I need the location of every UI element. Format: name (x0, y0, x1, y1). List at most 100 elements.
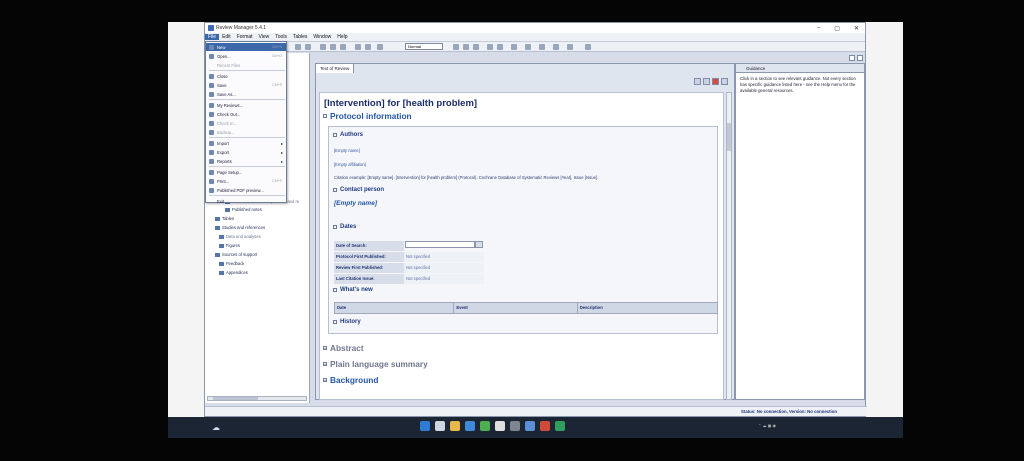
plain-language-summary-heading[interactable]: + Plain language summary (323, 359, 428, 369)
minimize-button[interactable]: – (817, 25, 820, 32)
file-menu-item-backup[interactable]: Backup... (206, 128, 286, 136)
file-menu-item-save[interactable]: Save Ctrl+S (206, 81, 286, 89)
edit-icon[interactable] (694, 78, 701, 85)
file-menu-item-print[interactable]: Print... Ctrl+P (206, 177, 286, 185)
close-window-button[interactable]: ✕ (854, 25, 859, 32)
app-icon[interactable] (540, 421, 550, 431)
menu-edit[interactable]: Edit (219, 34, 234, 40)
restore-panel-icon[interactable] (849, 55, 855, 61)
redo-icon[interactable] (305, 44, 311, 50)
date-value[interactable]: Not specified (404, 252, 484, 262)
tree-item[interactable]: Data and analyses (219, 234, 261, 239)
file-menu-item-save-as[interactable]: Save As... (206, 90, 286, 98)
chat-icon[interactable] (480, 421, 490, 431)
collapse-toggle-icon[interactable]: - (323, 114, 327, 118)
expand-toggle-icon[interactable]: + (323, 362, 327, 366)
background-heading[interactable]: + Background (323, 375, 378, 385)
help-icon[interactable] (712, 78, 719, 85)
document-scrollbar[interactable] (726, 92, 732, 400)
menu-window[interactable]: Window (310, 34, 334, 40)
menu-help[interactable]: Help (334, 34, 350, 40)
dates-heading[interactable]: Dates (333, 224, 356, 230)
file-menu-item-reports[interactable]: Reports ▸ (206, 157, 286, 165)
expand-toggle-icon[interactable] (333, 320, 337, 324)
app-icon[interactable] (555, 421, 565, 431)
grid-icon[interactable] (585, 44, 591, 50)
paste-icon[interactable] (340, 44, 346, 50)
author-name[interactable]: [Empty name] (334, 148, 360, 153)
start-icon[interactable] (420, 421, 430, 431)
file-menu-item-my-reviews[interactable]: My Reviews... (206, 101, 286, 109)
app-icon[interactable] (510, 421, 520, 431)
file-menu-item-page-setup[interactable]: Page Setup... (206, 168, 286, 176)
protocol-information-heading[interactable]: - Protocol information (323, 111, 412, 121)
preview-icon[interactable] (721, 78, 728, 85)
contact-person-heading[interactable]: Contact person (333, 187, 384, 193)
file-menu-item-check-out[interactable]: Check Out... (206, 110, 286, 118)
table-icon[interactable] (539, 44, 545, 50)
history-heading[interactable]: History (333, 319, 361, 325)
tab-guidance[interactable]: Guidance (736, 64, 864, 73)
author-affiliation[interactable]: [Empty affiliation] (334, 162, 366, 167)
file-menu-item-exit[interactable]: Exit (206, 197, 286, 205)
link-icon[interactable] (511, 44, 517, 50)
compare-icon[interactable] (567, 44, 573, 50)
style-combo[interactable]: Normal (405, 43, 443, 50)
edge-icon[interactable] (465, 421, 475, 431)
undo-icon[interactable] (295, 44, 301, 50)
date-value[interactable]: Not specified (404, 274, 484, 284)
tree-item[interactable]: Figures (219, 243, 240, 248)
file-menu-item-published-pdf-preview[interactable]: Published PDF preview... (206, 186, 286, 194)
figure-icon[interactable] (553, 44, 559, 50)
weather-icon[interactable]: ☁ (212, 423, 220, 432)
calendar-icon[interactable] (475, 241, 483, 248)
maximize-button[interactable]: ▢ (834, 25, 840, 32)
abstract-heading[interactable]: + Abstract (323, 343, 364, 353)
file-explorer-icon[interactable] (450, 421, 460, 431)
reference-icon[interactable] (525, 44, 531, 50)
collapse-toggle-icon[interactable] (333, 225, 337, 229)
file-menu-item-recent-files[interactable]: Recent Files (206, 61, 286, 69)
menu-format[interactable]: Format (234, 34, 256, 40)
cut-icon[interactable] (320, 44, 326, 50)
tree-item[interactable]: Tables (215, 216, 234, 221)
app-icon[interactable] (495, 421, 505, 431)
outline-hscrollbar[interactable] (207, 396, 307, 401)
tree-item[interactable]: Studies and references (215, 225, 265, 230)
contact-name[interactable]: [Empty name] (334, 200, 377, 207)
date-value[interactable]: Not specified (404, 263, 484, 273)
collapse-toggle-icon[interactable] (333, 288, 337, 292)
collapse-toggle-icon[interactable] (333, 188, 337, 192)
review-manager-taskbar-icon[interactable] (525, 421, 535, 431)
list-icon[interactable] (487, 44, 493, 50)
authors-heading[interactable]: Authors (333, 132, 363, 138)
collapse-toggle-icon[interactable] (333, 133, 337, 137)
menu-file[interactable]: File (205, 34, 220, 40)
system-tray[interactable]: ⌃ ☁ ▣ ◉ (758, 423, 776, 428)
underline-icon[interactable] (473, 44, 479, 50)
indent-icon[interactable] (497, 44, 503, 50)
date-of-search-input[interactable] (405, 241, 475, 248)
find-icon[interactable] (365, 44, 371, 50)
menu-view[interactable]: View (256, 34, 273, 40)
tree-item[interactable]: Published notes (225, 207, 262, 212)
file-menu-item-new[interactable]: New Ctrl+N (206, 43, 286, 51)
close-panel-icon[interactable] (857, 55, 863, 61)
file-menu-item-close[interactable]: Close (206, 72, 286, 80)
file-menu-item-open[interactable]: Open... Ctrl+O (206, 52, 286, 60)
file-menu-item-check-in[interactable]: Check In... (206, 119, 286, 127)
tree-item[interactable]: Feedback (219, 261, 244, 266)
scroll-thumb[interactable] (213, 397, 258, 400)
notes-icon[interactable] (703, 78, 710, 85)
expand-toggle-icon[interactable]: + (323, 346, 327, 350)
tab-text-of-review[interactable]: Text of Review (316, 64, 355, 73)
file-menu-item-import[interactable]: Import ▸ (206, 139, 286, 147)
format-icon[interactable] (377, 44, 383, 50)
copy-icon[interactable] (330, 44, 336, 50)
scroll-thumb[interactable] (727, 123, 731, 151)
bold-icon[interactable] (453, 44, 459, 50)
menu-tables[interactable]: Tables (290, 34, 310, 40)
tree-item[interactable]: Appendices (219, 270, 248, 275)
tree-item[interactable]: Sources of support (215, 252, 257, 257)
spell-check-icon[interactable] (355, 44, 361, 50)
